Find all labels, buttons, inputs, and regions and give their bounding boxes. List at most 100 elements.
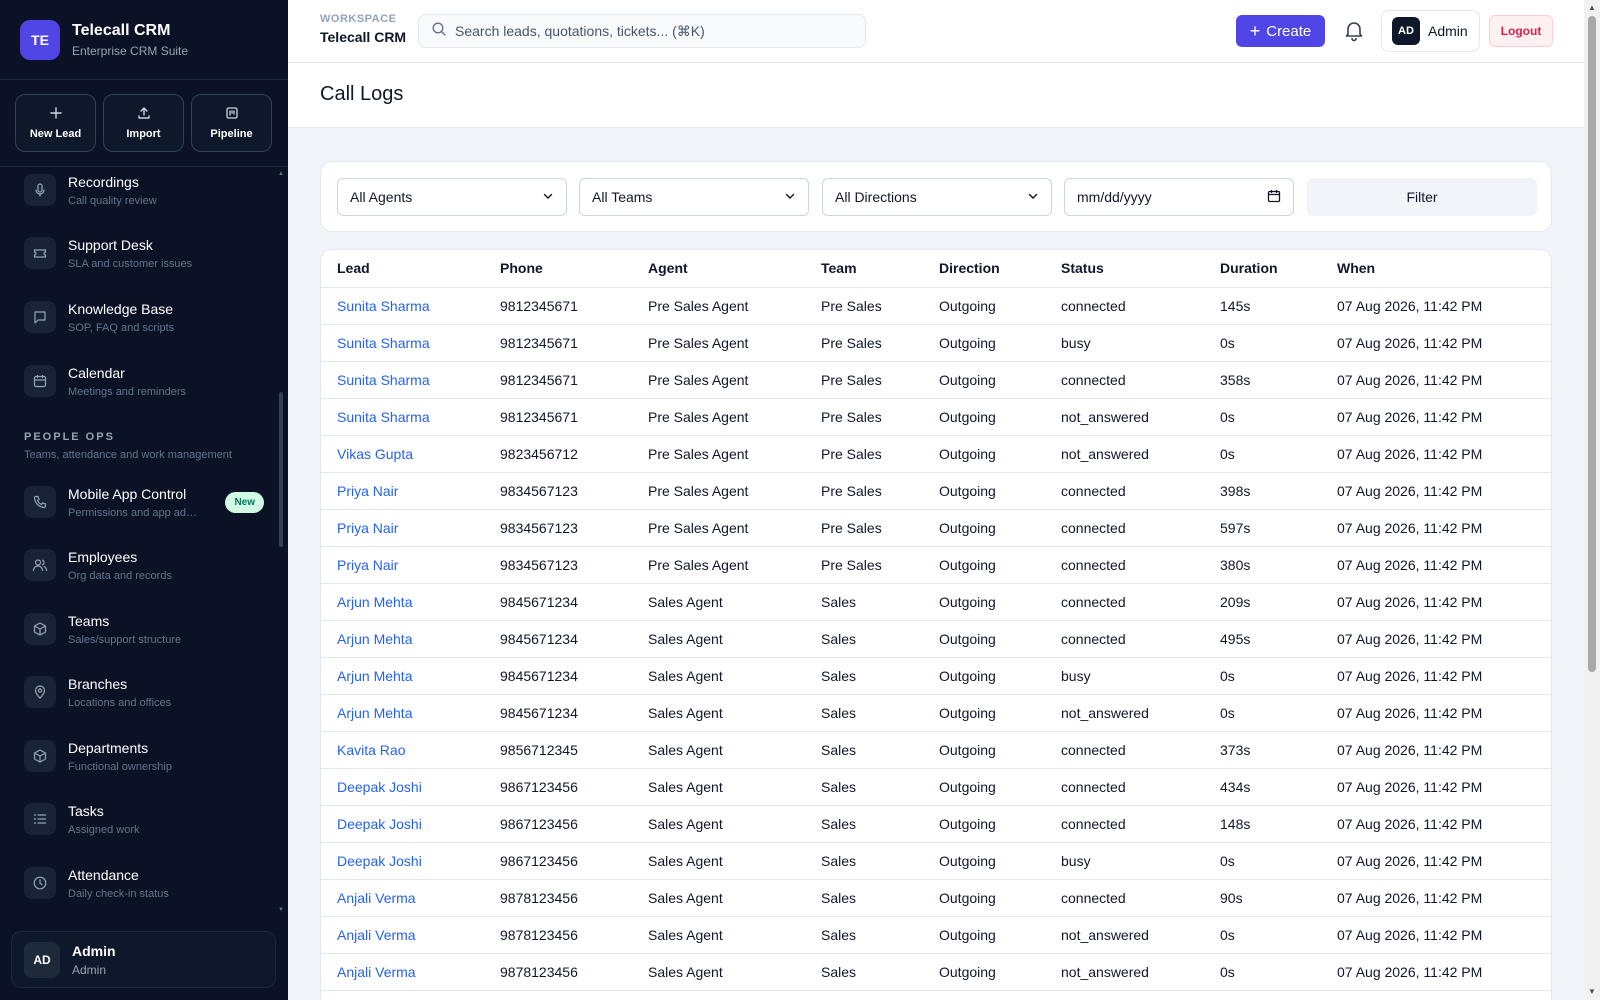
- column-header-when[interactable]: When: [1321, 250, 1551, 288]
- table-row[interactable]: Priya Nair 9834567123 Pre Sales Agent Pre S…: [321, 546, 1551, 584]
- cell-lead[interactable]: Priya Nair: [321, 546, 484, 584]
- sidebar-scrollbar[interactable]: ▲ ▼: [278, 171, 284, 915]
- table-row[interactable]: Sunita Sharma 9812345671 Pre Sales Agent Pr…: [321, 398, 1551, 436]
- cell-lead[interactable]: Arjun Mehta: [321, 620, 484, 658]
- cell-lead[interactable]: Sunita Sharma: [321, 361, 484, 399]
- sidebar-item-tasks[interactable]: Tasks Assigned work: [24, 791, 264, 847]
- team-select[interactable]: All Teams: [579, 178, 809, 216]
- create-button[interactable]: + Create: [1236, 15, 1325, 47]
- page-scrollbar[interactable]: ▲ ▼: [1584, 0, 1600, 1000]
- import-button[interactable]: Import: [103, 94, 184, 152]
- cell-duration: 495s: [1204, 620, 1321, 658]
- column-header-status[interactable]: Status: [1045, 250, 1204, 288]
- filter-button[interactable]: Filter: [1307, 178, 1537, 216]
- table-row[interactable]: Deepak Joshi 9867123456 Sales Agent Sales Ou…: [321, 768, 1551, 806]
- workspace-switcher[interactable]: WORKSPACE Telecall CRM: [320, 13, 406, 45]
- admin-menu-button[interactable]: AD Admin: [1381, 10, 1480, 52]
- box-icon: [24, 740, 56, 772]
- table-row[interactable]: Arjun Mehta 9845671234 Sales Agent Sales Out…: [321, 694, 1551, 732]
- sidebar-item-teams[interactable]: Teams Sales/support structure: [24, 601, 264, 657]
- cell-lead[interactable]: Arjun Mehta: [321, 583, 484, 621]
- cell-status: connected: [1045, 620, 1204, 658]
- table-row[interactable]: Arjun Mehta 9845671234 Sales Agent Sales Out…: [321, 583, 1551, 621]
- cell-when: 07 Aug 2026, 11:42 PM: [1321, 731, 1551, 769]
- table-row[interactable]: Anjali Verma 9878123456 Sales Agent Sales Ou…: [321, 953, 1551, 991]
- plus-icon: [49, 106, 63, 124]
- cell-lead[interactable]: Deepak Joshi: [321, 842, 484, 880]
- section-subtitle: Teams, attendance and work management: [24, 449, 232, 461]
- cell-lead[interactable]: Anjali Verma: [321, 879, 484, 917]
- cell-duration: 0s: [1204, 694, 1321, 732]
- scroll-down-arrow-icon[interactable]: ▼: [1584, 987, 1600, 996]
- calendar-icon[interactable]: [1267, 189, 1281, 206]
- sidebar-scroll-thumb[interactable]: [279, 392, 283, 547]
- cell-team: Sales: [805, 657, 923, 695]
- table-row[interactable]: Arjun Mehta 9845671234 Sales Agent Sales Out…: [321, 657, 1551, 695]
- column-header-duration[interactable]: Duration: [1204, 250, 1321, 288]
- sidebar-item-knowledge-base[interactable]: Knowledge Base SOP, FAQ and scripts: [24, 289, 264, 345]
- table-row[interactable]: Kavita Rao 9856712345 Sales Agent Sales Outg…: [321, 731, 1551, 769]
- cell-direction: Outgoing: [923, 768, 1045, 806]
- cell-lead[interactable]: Sunita Sharma: [321, 287, 484, 325]
- table-row[interactable]: Sunita Sharma 9812345671 Pre Sales Agent Pr…: [321, 287, 1551, 325]
- sidebar-item-employees[interactable]: Employees Org data and records: [24, 537, 264, 593]
- date-input[interactable]: mm/dd/yyyy: [1064, 178, 1294, 216]
- cell-when: 07 Aug 2026, 11:42 PM: [1321, 805, 1551, 843]
- column-header-lead[interactable]: Lead: [321, 250, 484, 288]
- cell-lead[interactable]: Anjali Verma: [321, 953, 484, 991]
- cell-lead[interactable]: Priya Nair: [321, 509, 484, 547]
- table-row[interactable]: Sunita Sharma 9812345671 Pre Sales Agent Pr…: [321, 361, 1551, 399]
- search-input[interactable]: [455, 23, 853, 39]
- sidebar-item-mobile-app-control[interactable]: Mobile App Control Permissions and app a…: [24, 474, 264, 530]
- logout-button[interactable]: Logout: [1489, 15, 1553, 47]
- cell-lead[interactable]: Arjun Mehta: [321, 657, 484, 695]
- cell-lead[interactable]: Arjun Mehta: [321, 694, 484, 732]
- cell-lead[interactable]: Sunita Sharma: [321, 398, 484, 436]
- cell-team: Pre Sales: [805, 472, 923, 510]
- table-row[interactable]: Deepak Joshi 9867123456 Sales Agent Sales Ou…: [321, 842, 1551, 880]
- sidebar-item-support-desk[interactable]: Support Desk SLA and customer issues: [24, 225, 264, 281]
- new-lead-button[interactable]: New Lead: [15, 94, 96, 152]
- table-row[interactable]: Priya Nair 9834567123 Pre Sales Agent Pre S…: [321, 472, 1551, 510]
- table-row[interactable]: Priya Nair 9834567123 Pre Sales Agent Pre S…: [321, 509, 1551, 547]
- sidebar-item-recordings[interactable]: Recordings Call quality review: [24, 169, 264, 218]
- bell-icon[interactable]: [1342, 18, 1366, 42]
- cell-lead[interactable]: Deepak Joshi: [321, 768, 484, 806]
- scroll-up-arrow-icon[interactable]: ▲: [278, 171, 284, 177]
- cell-lead[interactable]: Anjali Verma: [321, 916, 484, 954]
- column-header-agent[interactable]: Agent: [632, 250, 805, 288]
- user-card[interactable]: AD Admin Admin: [11, 931, 276, 988]
- brand[interactable]: TE Telecall CRM Enterprise CRM Suite: [0, 0, 288, 80]
- cell-duration: 0s: [1204, 324, 1321, 362]
- search-box[interactable]: [418, 14, 866, 48]
- sidebar-item-attendance[interactable]: Attendance Daily check-in status: [24, 855, 264, 911]
- sidebar-item-departments[interactable]: Departments Functional ownership: [24, 728, 264, 784]
- sidebar-item-calendar[interactable]: Calendar Meetings and reminders: [24, 353, 264, 409]
- scroll-down-arrow-icon[interactable]: ▼: [278, 907, 284, 913]
- pipeline-button[interactable]: Pipeline: [191, 94, 272, 152]
- agent-select[interactable]: All Agents: [337, 178, 567, 216]
- cell-lead[interactable]: Sunita Sharma: [321, 324, 484, 362]
- cell-status: not_answered: [1045, 435, 1204, 473]
- cell-lead[interactable]: Kavita Rao: [321, 731, 484, 769]
- cell-lead[interactable]: Vikas Gupta: [321, 435, 484, 473]
- table-row[interactable]: Vikas Gupta 9823456712 Pre Sales Agent Pre …: [321, 435, 1551, 473]
- table-row[interactable]: Arjun Mehta 9845671234 Sales Agent Sales Out…: [321, 620, 1551, 658]
- column-header-team[interactable]: Team: [805, 250, 923, 288]
- cell-lead[interactable]: Priya Nair: [321, 472, 484, 510]
- page-scroll-thumb[interactable]: [1588, 16, 1596, 672]
- section-title: PEOPLE OPS: [24, 431, 115, 443]
- table-row[interactable]: Deepak Joshi 9867123456 Sales Agent Sales Ou…: [321, 805, 1551, 843]
- table-row[interactable]: Anjali Verma 9878123456 Sales Agent Sales Ou…: [321, 916, 1551, 954]
- column-header-direction[interactable]: Direction: [923, 250, 1045, 288]
- sidebar-item-subtitle: Org data and records: [68, 569, 172, 582]
- table-row[interactable]: Sunita Sharma 9812345671 Pre Sales Agent Pr…: [321, 324, 1551, 362]
- scroll-up-arrow-icon[interactable]: ▲: [1584, 3, 1600, 12]
- table-row[interactable]: Anjali Verma 9878123456 Sales Agent Sales Ou…: [321, 879, 1551, 917]
- cell-team: Pre Sales: [805, 361, 923, 399]
- direction-select[interactable]: All Directions: [822, 178, 1052, 216]
- column-header-phone[interactable]: Phone: [484, 250, 632, 288]
- sidebar-item-branches[interactable]: Branches Locations and offices: [24, 664, 264, 720]
- cell-phone: 9834567123: [484, 472, 632, 510]
- cell-lead[interactable]: Deepak Joshi: [321, 805, 484, 843]
